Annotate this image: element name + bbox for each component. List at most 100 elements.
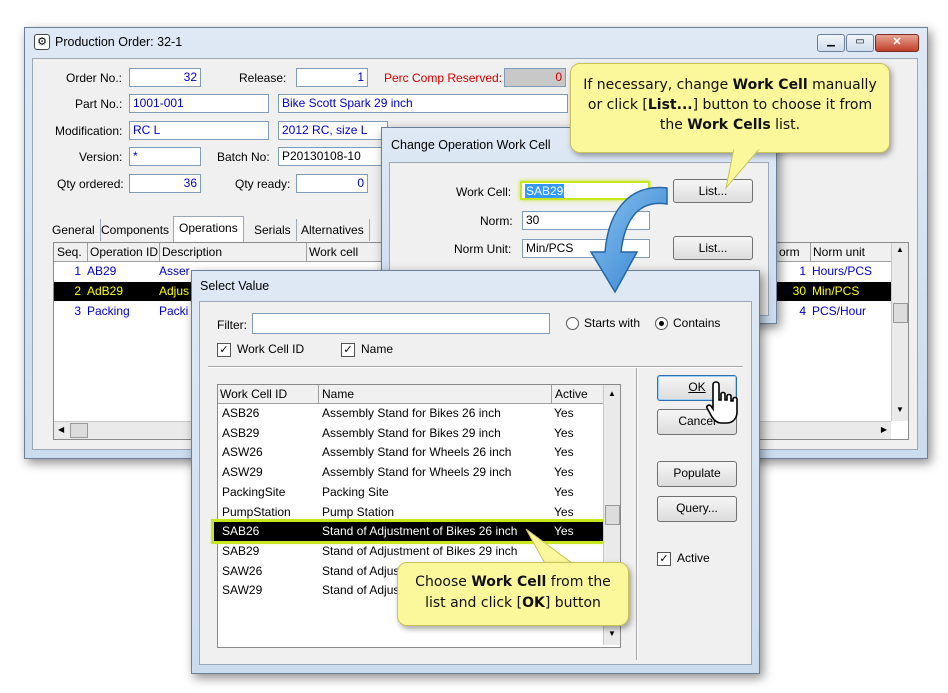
dialog-title: Select Value xyxy=(200,279,270,293)
header-description[interactable]: Description xyxy=(159,243,306,261)
header-norm-unit[interactable]: Norm unit xyxy=(810,243,893,261)
scroll-down-arrow-icon[interactable]: ▼ xyxy=(896,405,904,414)
header-norm[interactable]: orm xyxy=(776,243,811,261)
header-seq[interactable]: Seq. xyxy=(57,243,85,261)
work-cell-value: SAB29 xyxy=(525,184,565,198)
row-name: Assembly Stand for Bikes 26 inch xyxy=(322,406,501,420)
row-name: Assembly Stand for Bikes 29 inch xyxy=(322,425,501,440)
list-item[interactable]: PumpStation Pump Station Yes xyxy=(218,503,603,522)
batch-no-field[interactable]: P20130108-10 xyxy=(278,147,388,166)
order-no-field[interactable]: 32 xyxy=(129,68,201,87)
qty-ready-field[interactable]: 0 xyxy=(296,174,368,193)
row-name: Assembly Stand for Wheels 29 inch xyxy=(322,465,512,480)
row-work-cell-id: ASB29 xyxy=(222,425,260,440)
header-work-cell[interactable]: Work cell xyxy=(306,243,379,261)
qty-ordered-label: Qty ordered: xyxy=(57,177,124,191)
name-checkbox[interactable]: ✓ xyxy=(341,343,355,357)
filter-label: Filter: xyxy=(217,318,247,332)
modification-field[interactable]: RC L xyxy=(129,121,269,140)
part-description-field[interactable]: Bike Scott Spark 29 inch xyxy=(278,94,568,113)
callout-text: list. xyxy=(770,117,801,133)
header-work-cell-id[interactable]: Work Cell ID xyxy=(220,385,316,403)
starts-with-label[interactable]: Starts with xyxy=(584,316,640,330)
row-active: Yes xyxy=(554,465,574,480)
callout-bold: Work Cell xyxy=(471,574,547,590)
modification-description-field[interactable]: 2012 RC, size L xyxy=(278,121,388,140)
list-item[interactable]: PackingSite Packing Site Yes xyxy=(218,483,603,502)
row-operation-id: AdB29 xyxy=(87,284,124,298)
tab-general[interactable]: General xyxy=(47,219,101,241)
h-scroll-thumb[interactable] xyxy=(70,423,88,438)
callout-pointer xyxy=(725,148,761,190)
scroll-up-arrow-icon[interactable]: ▲ xyxy=(896,245,904,254)
contains-radio[interactable] xyxy=(655,317,668,330)
tab-strip: General Components Operations Serials Al… xyxy=(47,216,390,242)
scroll-up-arrow-icon[interactable]: ▲ xyxy=(608,389,616,398)
modification-label: Modification: xyxy=(55,124,123,138)
row-active: Yes xyxy=(554,445,574,460)
active-checkbox[interactable]: ✓ xyxy=(657,552,671,566)
release-field[interactable]: 1 xyxy=(296,68,368,87)
row-active: Yes xyxy=(554,504,574,519)
window-title: Production Order: 32-1 xyxy=(55,35,183,49)
list-item[interactable]: ASW29 Assembly Stand for Wheels 29 inch Ye… xyxy=(218,463,603,482)
version-field[interactable]: * xyxy=(129,147,201,166)
row-work-cell-id: PumpStation xyxy=(222,504,291,519)
tab-operations[interactable]: Operations xyxy=(173,216,244,242)
order-no-label: Order No.: xyxy=(66,71,123,85)
qty-ready-label: Qty ready: xyxy=(235,177,291,191)
tab-alternatives[interactable]: Alternatives xyxy=(296,219,370,241)
scroll-thumb[interactable] xyxy=(605,505,620,525)
curved-arrow-icon xyxy=(589,186,668,294)
scroll-down-arrow-icon[interactable]: ▼ xyxy=(608,629,616,638)
callout-text: Choose xyxy=(415,574,472,590)
scroll-right-arrow-icon[interactable]: ▶ xyxy=(881,425,887,434)
row-active: Yes xyxy=(554,406,574,420)
norm-unit-label: Norm Unit: xyxy=(454,242,512,256)
row-operation-id: Packing xyxy=(87,304,130,318)
starts-with-radio[interactable] xyxy=(566,317,579,330)
row-active: Yes xyxy=(554,484,574,499)
row-norm: 4 xyxy=(799,304,806,318)
divider xyxy=(208,366,743,368)
active-check-label[interactable]: Active xyxy=(677,551,710,565)
list-item[interactable]: ASW26 Assembly Stand for Wheels 26 inch Ye… xyxy=(218,443,603,462)
work-cell-label: Work Cell: xyxy=(456,185,512,199)
part-no-field[interactable]: 1001-001 xyxy=(129,94,269,113)
norm-unit-list-button[interactable]: List... xyxy=(673,236,753,260)
row-active: Yes xyxy=(554,425,574,440)
list-item[interactable]: ASB26 Assembly Stand for Bikes 26 inch Yes xyxy=(218,404,603,423)
callout-bold: Work Cell xyxy=(732,77,808,93)
work-cell-id-check-label[interactable]: Work Cell ID xyxy=(237,342,304,356)
list-header: Work Cell ID Name Active xyxy=(218,385,603,404)
row-name: Packing Site xyxy=(322,484,389,499)
work-cell-id-checkbox[interactable]: ✓ xyxy=(217,343,231,357)
tab-serials[interactable]: Serials xyxy=(249,219,297,241)
header-active[interactable]: Active xyxy=(551,385,605,403)
row-name: Pump Station xyxy=(322,504,395,519)
norm-label: Norm: xyxy=(480,214,513,228)
titlebar[interactable]: ⚙ Production Order: 32-1 ▁ ▭ ✕ xyxy=(25,28,927,56)
part-no-label: Part No.: xyxy=(75,97,123,111)
maximize-button[interactable]: ▭ xyxy=(846,34,874,52)
minimize-button[interactable]: ▁ xyxy=(817,34,845,52)
filter-input[interactable] xyxy=(252,313,550,334)
grid-vertical-scrollbar[interactable]: ▲ ▼ xyxy=(891,243,908,421)
name-check-label[interactable]: Name xyxy=(361,342,393,356)
dialog-title: Change Operation Work Cell xyxy=(391,138,551,152)
scroll-left-arrow-icon[interactable]: ◀ xyxy=(58,425,64,434)
header-operation-id[interactable]: Operation ID xyxy=(87,243,160,261)
tab-components[interactable]: Components xyxy=(96,219,176,241)
qty-ordered-field[interactable]: 36 xyxy=(129,174,201,193)
list-item[interactable]: ASB29 Assembly Stand for Bikes 29 inch Yes xyxy=(218,424,603,443)
row-work-cell-id: PackingSite xyxy=(222,484,286,499)
scroll-thumb[interactable] xyxy=(893,303,908,323)
populate-button[interactable]: Populate xyxy=(657,461,737,487)
row-name: Stand of Adjustment of Bikes 26 inch xyxy=(322,524,518,539)
contains-label[interactable]: Contains xyxy=(673,316,720,330)
header-name[interactable]: Name xyxy=(318,385,552,403)
close-button[interactable]: ✕ xyxy=(875,34,919,52)
query-button[interactable]: Query... xyxy=(657,496,737,522)
row-seq: 3 xyxy=(74,304,81,318)
perc-comp-label: Perc Comp Reserved: xyxy=(384,71,503,85)
